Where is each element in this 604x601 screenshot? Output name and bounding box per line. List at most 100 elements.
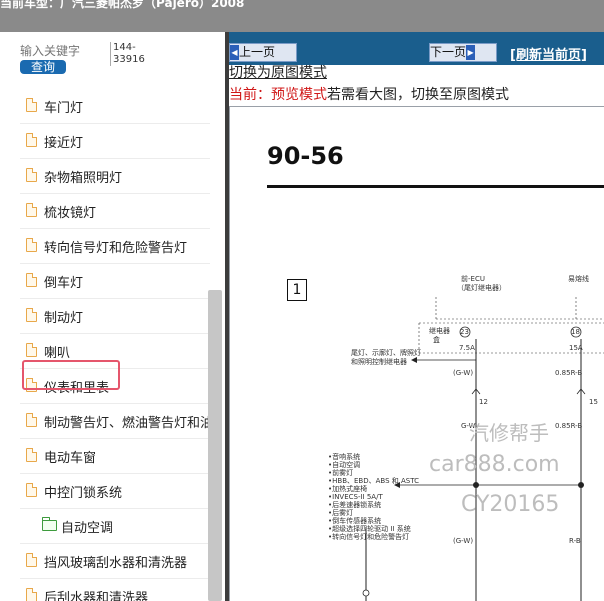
switch-original-link[interactable]: 切换为原图模式 bbox=[229, 62, 327, 82]
document-icon bbox=[26, 588, 37, 601]
search-code: 144- 33916 bbox=[110, 42, 145, 66]
watermark-line2: car888.com bbox=[429, 452, 560, 477]
tree-item-vanity-light[interactable]: 梳妆镜灯 bbox=[20, 194, 210, 229]
prev-arrow-icon: ◀ bbox=[230, 45, 239, 60]
tree-item-label: 挡风玻璃刮水器和清洗器 bbox=[44, 556, 188, 571]
document-icon bbox=[26, 273, 37, 287]
document-icon bbox=[26, 413, 37, 427]
watermark-line1: 汽修帮手 bbox=[469, 421, 549, 445]
search-input[interactable] bbox=[20, 40, 84, 58]
next-arrow-icon: ▶ bbox=[466, 45, 476, 60]
watermark-line3: CY20165 bbox=[461, 492, 560, 517]
system-item: •倒车传感器系统 bbox=[328, 517, 382, 525]
tree-item-power-window[interactable]: 电动车窗 bbox=[20, 439, 210, 474]
left-panel: 144- 33916 查询 车门灯 接近灯 杂物箱照明灯 梳妆镜灯 转向信号灯和… bbox=[0, 32, 226, 601]
next-page-button[interactable]: 下一页▶ bbox=[429, 43, 497, 62]
label-fuse-18: 18 bbox=[571, 328, 580, 336]
tree-scrollbar[interactable] bbox=[208, 290, 222, 601]
tree-item-label: 仪表和里表 bbox=[44, 381, 110, 396]
system-list: •音响系统 •自动空调 •前雾灯 •HBB、EBD、ABS 和 ASTC •加热… bbox=[328, 453, 419, 541]
label-relay-box: 继电器 bbox=[429, 327, 450, 335]
document-icon bbox=[26, 483, 37, 497]
tree-item-windshield-wiper[interactable]: 挡风玻璃刮水器和清洗器 bbox=[20, 544, 210, 579]
search-code-line1: 144- bbox=[113, 42, 136, 53]
label-wire-2: 0.85R-B bbox=[555, 369, 583, 377]
system-item: •前雾灯 bbox=[328, 469, 354, 477]
tree-item-label: 转向信号灯和危险警告灯 bbox=[44, 241, 188, 256]
tree-item-label: 车门灯 bbox=[44, 101, 84, 116]
label-ecu-sub: （尾灯继电器） bbox=[457, 284, 506, 292]
tree-item-label: 后刮水器和清洗器 bbox=[44, 591, 149, 601]
system-item: •音响系统 bbox=[328, 453, 361, 461]
document-icon bbox=[26, 343, 37, 357]
system-item: •超级选择四轮驱动 II 系统 bbox=[328, 525, 411, 533]
right-panel: ◀上一页 下一页▶ [刷新当前页] 切换为原图模式 当前：预览模式若需看大图，切… bbox=[229, 32, 604, 601]
prev-page-button[interactable]: ◀上一页 bbox=[229, 43, 297, 62]
tree-item-turn-hazard[interactable]: 转向信号灯和危险警告灯 bbox=[20, 229, 210, 264]
document-icon bbox=[26, 98, 37, 112]
system-item: •HBB、EBD、ABS 和 ASTC bbox=[328, 477, 419, 485]
document-icon bbox=[26, 448, 37, 462]
tree-item-label: 梳妆镜灯 bbox=[44, 206, 97, 221]
tree-item-meters-gauges[interactable]: 仪表和里表 bbox=[20, 369, 210, 404]
prev-page-label: 上一页 bbox=[239, 45, 276, 59]
tree-item-brake-light[interactable]: 制动灯 bbox=[20, 299, 210, 334]
label-wire-4: 0.85R-B bbox=[555, 422, 583, 430]
system-item: •后雾灯 bbox=[328, 509, 354, 517]
document-icon bbox=[26, 308, 37, 322]
tree-item-horn[interactable]: 喇叭 bbox=[20, 334, 210, 369]
tree-item-approach-light[interactable]: 接近灯 bbox=[20, 124, 210, 159]
mode-hint: 若需看大图，切换至原图模式 bbox=[327, 87, 509, 103]
current-mode-label: 当前：预览模式 bbox=[229, 87, 327, 103]
label-wire-1: (G-W) bbox=[453, 369, 474, 377]
tree-item-warning-lights[interactable]: 制动警告灯、燃油警告灯和油 bbox=[20, 404, 210, 439]
document-icon bbox=[26, 203, 37, 217]
search-code-line2: 33916 bbox=[113, 54, 145, 65]
tree-item-label: 中控门锁系统 bbox=[44, 486, 123, 501]
label-fuse-23: 23 bbox=[460, 328, 469, 336]
tree-folder-auto-ac[interactable]: 自动空调 bbox=[20, 509, 210, 544]
wiring-diagram-page: 90-56 1 前-ECU （尾灯继电器） 易熔线 继电器 盒 23 18 7.… bbox=[229, 107, 604, 601]
label-pin-15: 15 bbox=[589, 398, 598, 406]
catalog-tree: 车门灯 接近灯 杂物箱照明灯 梳妆镜灯 转向信号灯和危险警告灯 倒车灯 制动灯 … bbox=[20, 89, 210, 601]
folder-icon bbox=[42, 517, 57, 531]
tree-item-glovebox-light[interactable]: 杂物箱照明灯 bbox=[20, 159, 210, 194]
document-icon bbox=[26, 378, 37, 392]
system-item: •后差速器锁系统 bbox=[328, 501, 382, 509]
tree-item-reverse-light[interactable]: 倒车灯 bbox=[20, 264, 210, 299]
tree-item-label: 自动空调 bbox=[61, 521, 114, 536]
label-ecu: 前-ECU bbox=[461, 275, 485, 283]
vehicle-title: 当前车型：广汽三菱帕杰罗（Pajero）2008 bbox=[0, 0, 245, 10]
label-note-1: 尾灯、示廓灯、牌照灯 bbox=[351, 349, 421, 357]
label-pin-12: 12 bbox=[479, 398, 488, 406]
next-page-label: 下一页 bbox=[430, 45, 467, 59]
document-icon bbox=[26, 553, 37, 567]
document-icon bbox=[26, 238, 37, 252]
tree-item-label: 电动车窗 bbox=[44, 451, 97, 466]
page-toolbar: ◀上一页 下一页▶ [刷新当前页] bbox=[229, 32, 604, 65]
mode-line: 当前：预览模式若需看大图，切换至原图模式 bbox=[229, 84, 509, 104]
tree-item-label: 制动灯 bbox=[44, 311, 84, 326]
search-button[interactable]: 查询 bbox=[20, 60, 66, 74]
tree-item-label: 喇叭 bbox=[44, 346, 71, 361]
system-item: •加热式座椅 bbox=[328, 485, 368, 493]
tree-item-central-lock[interactable]: 中控门锁系统 bbox=[20, 474, 210, 509]
refresh-page-link[interactable]: [刷新当前页] bbox=[510, 44, 587, 63]
tree-item-label: 倒车灯 bbox=[44, 276, 84, 291]
system-item: •转向信号灯和危险警告灯 bbox=[328, 533, 410, 541]
label-wire-5: (G-W) bbox=[453, 537, 474, 545]
label-amp-2: 15A bbox=[569, 344, 583, 352]
label-fuse-box: 易熔线 bbox=[568, 275, 589, 283]
label-wire-6: R-B bbox=[569, 537, 581, 545]
tree-item-label: 制动警告灯、燃油警告灯和油 bbox=[44, 416, 210, 431]
tree-item-label: 接近灯 bbox=[44, 136, 84, 151]
system-item: •INVECS-II 5A/T bbox=[328, 493, 383, 501]
tree-item-rear-wiper[interactable]: 后刮水器和清洗器 bbox=[20, 579, 210, 601]
label-relay-box2: 盒 bbox=[433, 336, 440, 344]
system-item: •自动空调 bbox=[328, 461, 361, 469]
document-icon bbox=[26, 133, 37, 147]
label-note-2: 和照明控制继电器 bbox=[351, 358, 407, 366]
header-bar: 当前车型：广汽三菱帕杰罗（Pajero）2008 bbox=[0, 0, 604, 32]
tree-item-door-light[interactable]: 车门灯 bbox=[20, 89, 210, 124]
label-amp-1: 7.5A bbox=[459, 344, 475, 352]
